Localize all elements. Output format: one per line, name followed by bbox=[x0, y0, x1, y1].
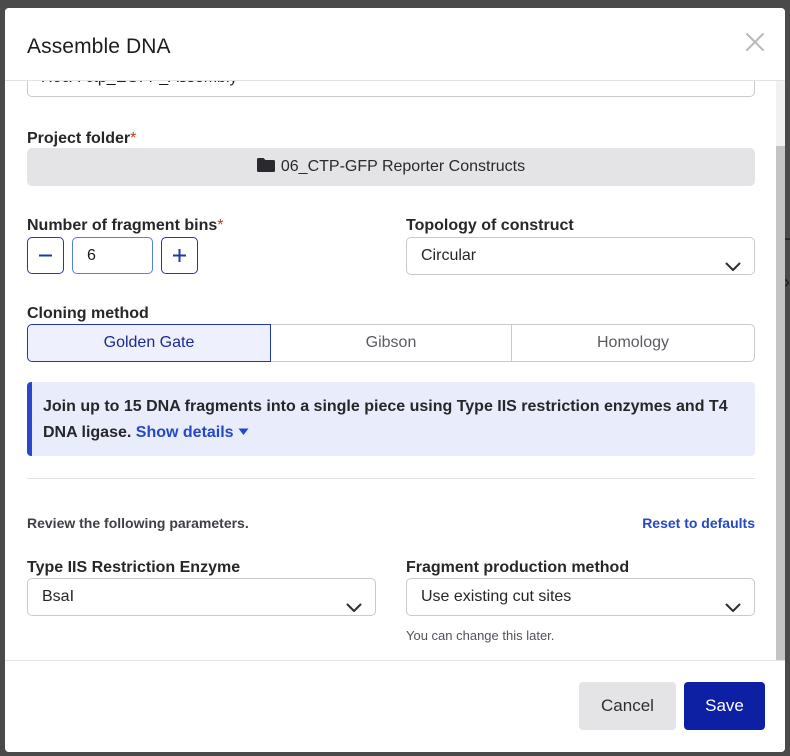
chevron-down-icon bbox=[725, 591, 741, 627]
cloning-method-homology[interactable]: Homology bbox=[511, 324, 755, 362]
chevron-down-icon bbox=[725, 250, 741, 286]
fragment-production-label: Fragment production method bbox=[406, 559, 630, 576]
project-folder-button[interactable]: 06_CTP-GFP Reporter Constructs bbox=[27, 148, 755, 186]
scrollbar-thumb[interactable] bbox=[776, 146, 785, 661]
caret-down-icon bbox=[234, 424, 249, 441]
topology-value: Circular bbox=[421, 247, 477, 264]
show-details-link[interactable]: Show details bbox=[136, 424, 249, 441]
enzyme-value: BsaI bbox=[42, 588, 75, 605]
topology-select[interactable]: Circular bbox=[406, 237, 755, 275]
topology-label: Topology of construct bbox=[406, 217, 574, 234]
fragment-bins-input[interactable]: 6 bbox=[72, 237, 153, 274]
enzyme-label: Type IIS Restriction Enzyme bbox=[27, 559, 241, 576]
enzyme-select[interactable]: BsaI bbox=[27, 578, 376, 616]
dialog-body: RecA-ctp_EGFP_Assembly Project folder* 0… bbox=[5, 81, 785, 661]
cloning-method-gibson[interactable]: Gibson bbox=[270, 324, 512, 362]
review-parameters-text: Review the following parameters. bbox=[27, 515, 249, 531]
save-button[interactable]: Save bbox=[684, 682, 765, 730]
fragment-production-select[interactable]: Use existing cut sites bbox=[406, 578, 755, 616]
cloning-method-golden-gate[interactable]: Golden Gate bbox=[27, 324, 271, 362]
info-callout: Join up to 15 DNA fragments into a singl… bbox=[27, 382, 755, 456]
cancel-button[interactable]: Cancel bbox=[579, 682, 676, 730]
required-mark: * bbox=[217, 217, 224, 234]
cloning-method-segmented-control: Golden Gate Gibson Homology bbox=[27, 324, 755, 362]
show-details-label: Show details bbox=[135, 424, 234, 441]
section-divider bbox=[27, 478, 755, 479]
project-folder-value: 06_CTP-GFP Reporter Constructs bbox=[280, 158, 526, 175]
folder-icon bbox=[256, 149, 275, 172]
dialog-header: Assemble DNA bbox=[5, 8, 785, 81]
fragment-bins-label-text: Number of fragment bins bbox=[27, 217, 218, 234]
fragment-bins-label: Number of fragment bins* bbox=[27, 217, 223, 235]
fragment-production-hint: You can change this later. bbox=[406, 628, 555, 643]
dialog-footer: Cancel Save bbox=[5, 660, 785, 752]
assemble-dna-dialog: Assemble DNA RecA-ctp_EGFP_Assembly Proj… bbox=[5, 8, 785, 752]
project-folder-label: Project folder* bbox=[27, 130, 136, 148]
increment-button[interactable] bbox=[161, 237, 198, 274]
close-icon[interactable] bbox=[745, 32, 765, 52]
dialog-title: Assemble DNA bbox=[27, 35, 171, 58]
project-folder-label-text: Project folder bbox=[27, 130, 131, 147]
cloning-method-label: Cloning method bbox=[27, 305, 149, 322]
assembly-name-input[interactable]: RecA-ctp_EGFP_Assembly bbox=[27, 81, 755, 97]
required-mark: * bbox=[130, 130, 137, 147]
reset-to-defaults-link[interactable]: Reset to defaults bbox=[642, 515, 755, 531]
decrement-button[interactable] bbox=[27, 237, 64, 274]
fragment-production-value: Use existing cut sites bbox=[421, 588, 572, 605]
chevron-down-icon bbox=[346, 591, 362, 627]
